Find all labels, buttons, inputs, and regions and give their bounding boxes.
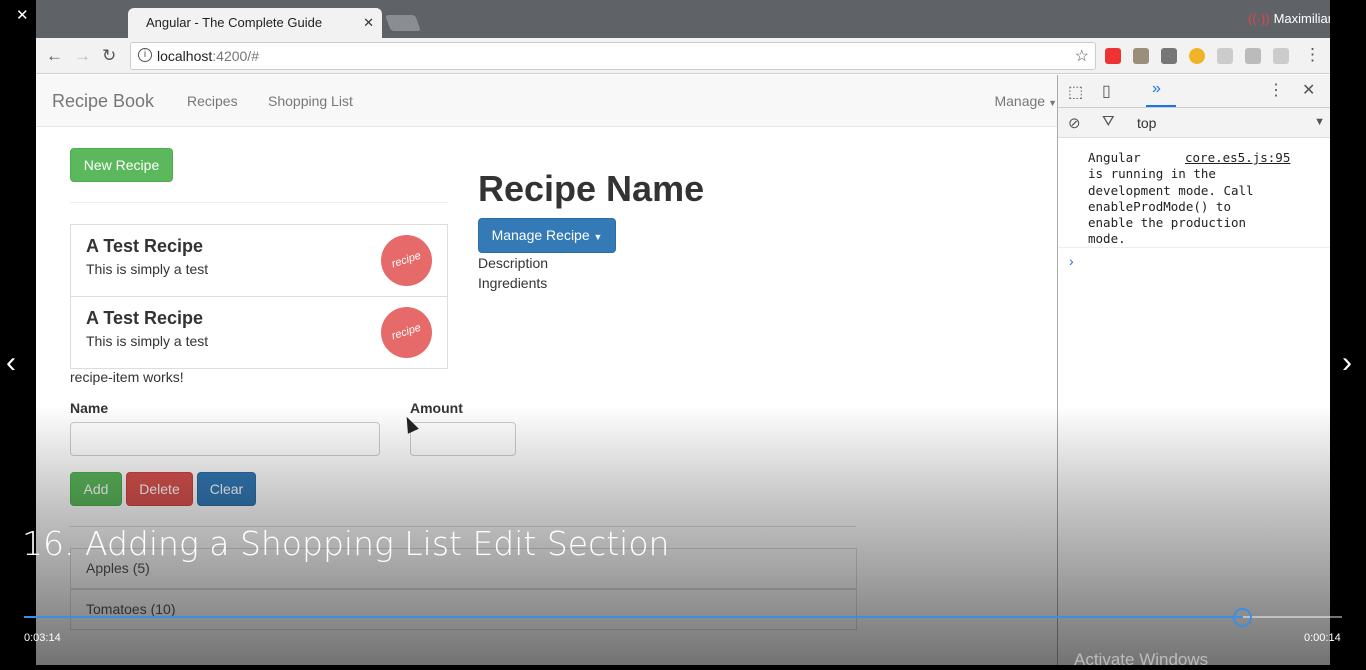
opera-extension-icon[interactable] bbox=[1105, 48, 1121, 64]
tab-angular-guide[interactable]: Angular - The Complete Guide ✕ bbox=[128, 8, 382, 38]
recipe-image: recipe bbox=[374, 228, 439, 293]
recipe-description: This is simply a test bbox=[86, 261, 209, 277]
profile-button[interactable]: ((·)) Maximilian bbox=[1248, 11, 1330, 26]
seek-handle[interactable] bbox=[1233, 608, 1253, 627]
recipe-detail-title: Recipe Name bbox=[478, 168, 705, 209]
info-icon[interactable]: i bbox=[138, 48, 152, 62]
vue-extension-icon[interactable] bbox=[1245, 48, 1261, 64]
manage-recipe-label: Manage Recipe bbox=[491, 227, 590, 243]
remaining-time: 0:00:14 bbox=[1304, 632, 1341, 644]
recipe-description: This is simply a test bbox=[86, 333, 209, 349]
caret-down-icon: ▼ bbox=[1048, 98, 1057, 108]
recipe-detail-ingredients: Ingredients bbox=[478, 275, 548, 291]
dropper-extension-icon[interactable] bbox=[1133, 48, 1149, 64]
console-filter-bar: ⊘ ⛛ top ▼ bbox=[1058, 108, 1330, 138]
devtools-menu-icon[interactable]: ⋮ bbox=[1268, 80, 1284, 100]
context-dropdown-icon[interactable]: ▼ bbox=[1314, 116, 1325, 128]
forward-arrow-icon[interactable]: → bbox=[74, 46, 91, 66]
activate-windows-watermark: Activate Windows bbox=[1074, 650, 1209, 669]
amount-label: Amount bbox=[410, 400, 463, 416]
new-recipe-button[interactable]: New Recipe bbox=[70, 148, 173, 182]
tab-title: Angular - The Complete Guide bbox=[146, 15, 323, 30]
seek-bar[interactable] bbox=[24, 616, 1342, 618]
manage-recipe-button[interactable]: Manage Recipe ▼ bbox=[478, 218, 616, 253]
video-title: 16. Adding a Shopping List Edit Section bbox=[22, 524, 670, 563]
manage-label: Manage bbox=[994, 93, 1046, 109]
recipe-image: recipe bbox=[374, 300, 439, 365]
recipe-item[interactable]: A Test Recipe This is simply a test reci… bbox=[70, 296, 448, 369]
menu-kebab-icon[interactable]: ⋮ bbox=[1304, 45, 1321, 65]
moon-extension-icon[interactable] bbox=[1189, 48, 1205, 64]
address-bar[interactable]: i localhost:4200/# ☆ bbox=[130, 42, 1096, 70]
grid-extension-icon[interactable] bbox=[1217, 48, 1233, 64]
profile-name: Maximilian bbox=[1273, 11, 1330, 26]
new-tab-button[interactable] bbox=[385, 15, 421, 31]
recipe-name: A Test Recipe bbox=[86, 236, 204, 256]
url-host: localhost bbox=[157, 48, 213, 64]
tab-strip: Angular - The Complete Guide ✕ ((·)) Maxi… bbox=[36, 0, 1330, 38]
close-icon[interactable]: ✕ bbox=[16, 6, 29, 24]
name-label: Name bbox=[70, 400, 109, 416]
active-tab-indicator bbox=[1146, 105, 1176, 107]
url-path: :4200/# bbox=[212, 48, 259, 64]
bookmark-star-icon[interactable]: ☆ bbox=[1075, 46, 1089, 66]
back-arrow-icon[interactable]: ← bbox=[46, 46, 63, 66]
delete-button[interactable]: Delete bbox=[126, 472, 193, 506]
profile-icon: ((·)) bbox=[1247, 11, 1270, 26]
clear-console-icon[interactable]: ⊘ bbox=[1068, 114, 1081, 132]
jb-extension-icon[interactable] bbox=[1161, 48, 1177, 64]
browser-window: Angular - The Complete Guide ✕ ((·)) Maxi… bbox=[36, 0, 1330, 665]
console-source-link[interactable]: core.es5.js:95 bbox=[1185, 150, 1290, 165]
amount-input[interactable] bbox=[410, 422, 516, 456]
more-tabs-icon[interactable]: » bbox=[1152, 80, 1161, 98]
seek-bar-fill bbox=[24, 616, 1244, 618]
nav-shopping-list[interactable]: Shopping List bbox=[268, 93, 353, 109]
clear-button[interactable]: Clear bbox=[197, 472, 256, 506]
caret-down-icon: ▼ bbox=[593, 232, 603, 242]
manage-dropdown[interactable]: Manage ▼ bbox=[994, 93, 1057, 109]
next-arrow-icon[interactable]: › bbox=[1342, 346, 1352, 380]
add-button[interactable]: Add bbox=[70, 472, 122, 506]
shopping-list-item[interactable]: Tomatoes (10) bbox=[70, 589, 857, 630]
recipe-detail-description: Description bbox=[478, 255, 549, 271]
elapsed-time: 0:03:14 bbox=[24, 632, 61, 644]
divider bbox=[1058, 247, 1330, 248]
brand-link[interactable]: Recipe Book bbox=[52, 91, 154, 112]
devtools-close-icon[interactable]: ✕ bbox=[1302, 80, 1315, 100]
camera-extension-icon[interactable] bbox=[1273, 48, 1289, 64]
browser-toolbar: ← → ↻ i localhost:4200/# ☆ ⋮ bbox=[36, 38, 1330, 74]
filter-icon[interactable]: ⛛ bbox=[1102, 113, 1115, 130]
previous-arrow-icon[interactable]: ‹ bbox=[6, 346, 16, 380]
app-navbar: Recipe Book Recipes Shopping List Manage… bbox=[36, 75, 1057, 127]
console-prompt-icon[interactable]: › bbox=[1069, 253, 1074, 269]
divider bbox=[70, 202, 448, 203]
recipe-name: A Test Recipe bbox=[86, 308, 204, 328]
recipe-item[interactable]: A Test Recipe This is simply a test reci… bbox=[70, 224, 448, 297]
device-toolbar-icon[interactable]: ▯ bbox=[1102, 81, 1111, 101]
page-content: Recipe Book Recipes Shopping List Manage… bbox=[36, 75, 1057, 665]
reload-icon[interactable]: ↻ bbox=[102, 46, 116, 66]
name-input[interactable] bbox=[70, 422, 380, 456]
nav-recipes[interactable]: Recipes bbox=[187, 93, 238, 109]
devtools-toolbar: ⬚ ▯ » ⋮ ✕ bbox=[1058, 75, 1330, 108]
recipe-item-works-text: recipe-item works! bbox=[70, 369, 184, 385]
devtools-panel: ⬚ ▯ » ⋮ ✕ ⊘ ⛛ top ▼ Angular is running i… bbox=[1057, 75, 1330, 665]
inspect-icon[interactable]: ⬚ bbox=[1068, 82, 1083, 102]
context-selector[interactable]: top bbox=[1137, 115, 1156, 131]
tab-close-icon[interactable]: ✕ bbox=[363, 15, 374, 31]
